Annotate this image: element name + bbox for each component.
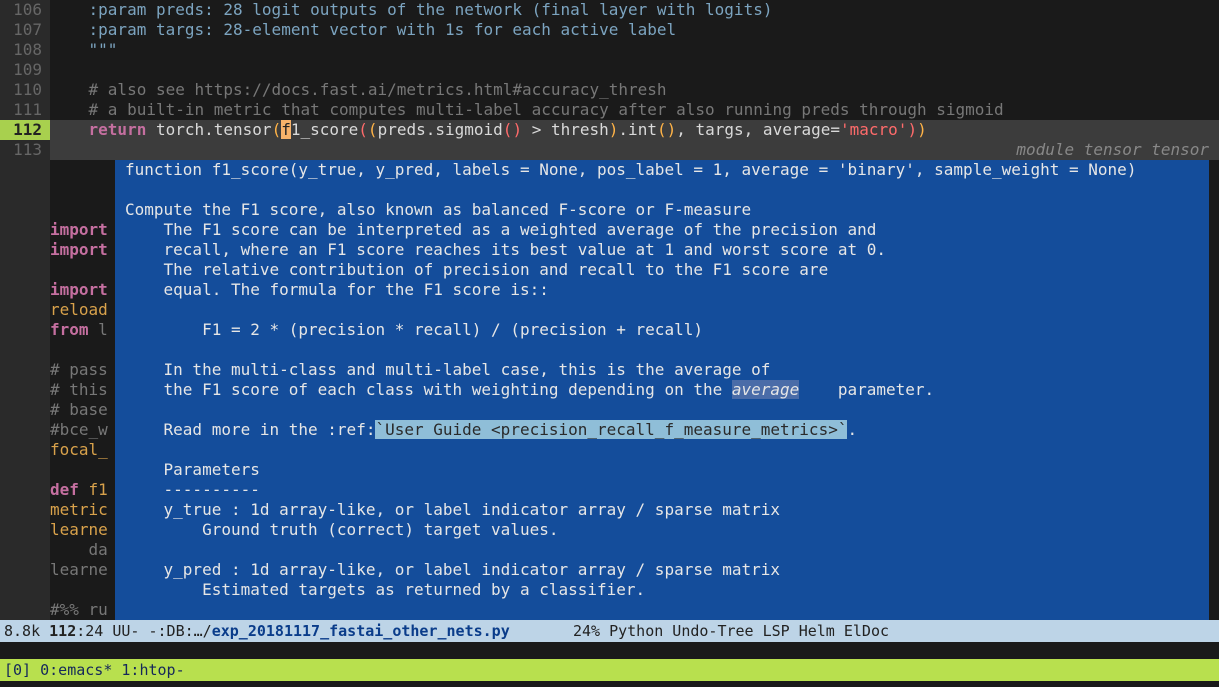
tmux-status-bar[interactable]: [0] 0:emacs* 1:htop- [0,659,1219,681]
line-number: 113 [0,140,50,160]
doc-param: y_pred : 1d array-like, or label indicat… [125,560,780,579]
paren: ) [609,120,619,139]
tmux-windows: [0] 0:emacs* 1:htop- [4,661,185,679]
code-line-107: 107 :param targs: 28-element vector with… [0,20,1219,40]
docstring-text: :param targs: 28-element vector with 1s … [89,20,677,39]
doc-param: y_true : 1d array-like, or label indicat… [125,500,780,519]
line-number-current: 112 [0,120,50,140]
code-line-109: 109 [0,60,1219,80]
line-col-suffix: :24 UU- -:DB: [76,622,193,640]
paren: ( [272,120,282,139]
file-size: 8.8k [4,622,49,640]
code-editor[interactable]: 106 :param preds: 28 logit outputs of th… [0,0,1219,620]
call-f1-score: 1_score [291,120,358,139]
doc-param-desc: Ground truth (correct) target values. [125,520,558,539]
doc-params-header: Parameters [125,460,260,479]
paren: ( [358,120,368,139]
expr: , targs, average= [676,120,840,139]
code-line-106: 106 :param preds: 28 logit outputs of th… [0,0,1219,20]
keyword-return: return [89,120,147,139]
expr: > thresh [522,120,609,139]
paren: ) [667,120,677,139]
docstring-end: """ [89,40,118,59]
doc-param-highlight: average [732,380,799,399]
line-number: 106 [0,0,50,20]
line-number: 108 [0,40,50,60]
code-line-112-current[interactable]: 112 return torch.tensor(f1_score((preds.… [0,120,1219,140]
mode-line[interactable]: 8.8k 112:24 UU- -:DB:…/exp_20181117_fast… [0,620,1219,642]
line-number: 110 [0,80,50,100]
line-number: 107 [0,20,50,40]
doc-summary: Compute the F1 score, also known as bala… [125,200,751,219]
string-literal: 'macro' [840,120,907,139]
doc-text: equal. The formula for the F1 score is:: [125,280,549,299]
doc-text: . [847,420,857,439]
docstring-text: :param preds: 28 logit outputs of the ne… [89,0,773,19]
doc-link[interactable]: `User Guide <precision_recall_f_measure_… [375,420,847,439]
paren: ) [512,120,522,139]
gutter-spacer [0,160,50,620]
doc-text: the F1 score of each class with weightin… [125,380,732,399]
doc-param-desc: Estimated targets as returned by a class… [125,580,645,599]
expr: .int [618,120,657,139]
doc-text: recall, where an F1 score reaches its be… [125,240,886,259]
occluded-code: import import import reload from l # pas… [50,160,115,620]
paren: ( [503,120,513,139]
comment-text: # a built-in metric that computes multi-… [89,100,1004,119]
line-col: 112 [49,622,76,640]
paren: ( [657,120,667,139]
code-line-108: 108 """ [0,40,1219,60]
paren: ) [907,120,917,139]
code-line-110: 110 # also see https://docs.fast.ai/metr… [0,80,1219,100]
doc-formula: F1 = 2 * (precision * recall) / (precisi… [125,320,703,339]
paren: ( [368,120,378,139]
line-number: 111 [0,100,50,120]
code-line-111: 111 # a built-in metric that computes mu… [0,100,1219,120]
doc-text: Read more in the :ref: [125,420,375,439]
mode-indicators: 24% Python Undo-Tree LSP Helm ElDoc [510,622,889,640]
doc-text: In the multi-class and multi-label case,… [125,360,770,379]
doc-signature: function f1_score(y_true, y_pred, labels… [125,160,1136,179]
comment-text: # also see https://docs.fast.ai/metrics.… [89,80,667,99]
line-number: 109 [0,60,50,80]
paren: ) [917,120,927,139]
cursor: f [281,120,291,139]
buffer-filename: exp_20181117_fastai_other_nets.py [212,622,510,640]
doc-text: The relative contribution of precision a… [125,260,828,279]
path-prefix: …/ [194,622,212,640]
expr: preds.sigmoid [378,120,503,139]
doc-params-sep: ---------- [125,480,260,499]
documentation-popup[interactable]: function f1_score(y_true, y_pred, labels… [115,160,1209,620]
call-torch-tensor: torch.tensor [146,120,271,139]
doc-text: parameter. [799,380,934,399]
doc-text: The F1 score can be interpreted as a wei… [125,220,876,239]
signature-hint: module tensor tensor [1012,140,1213,160]
